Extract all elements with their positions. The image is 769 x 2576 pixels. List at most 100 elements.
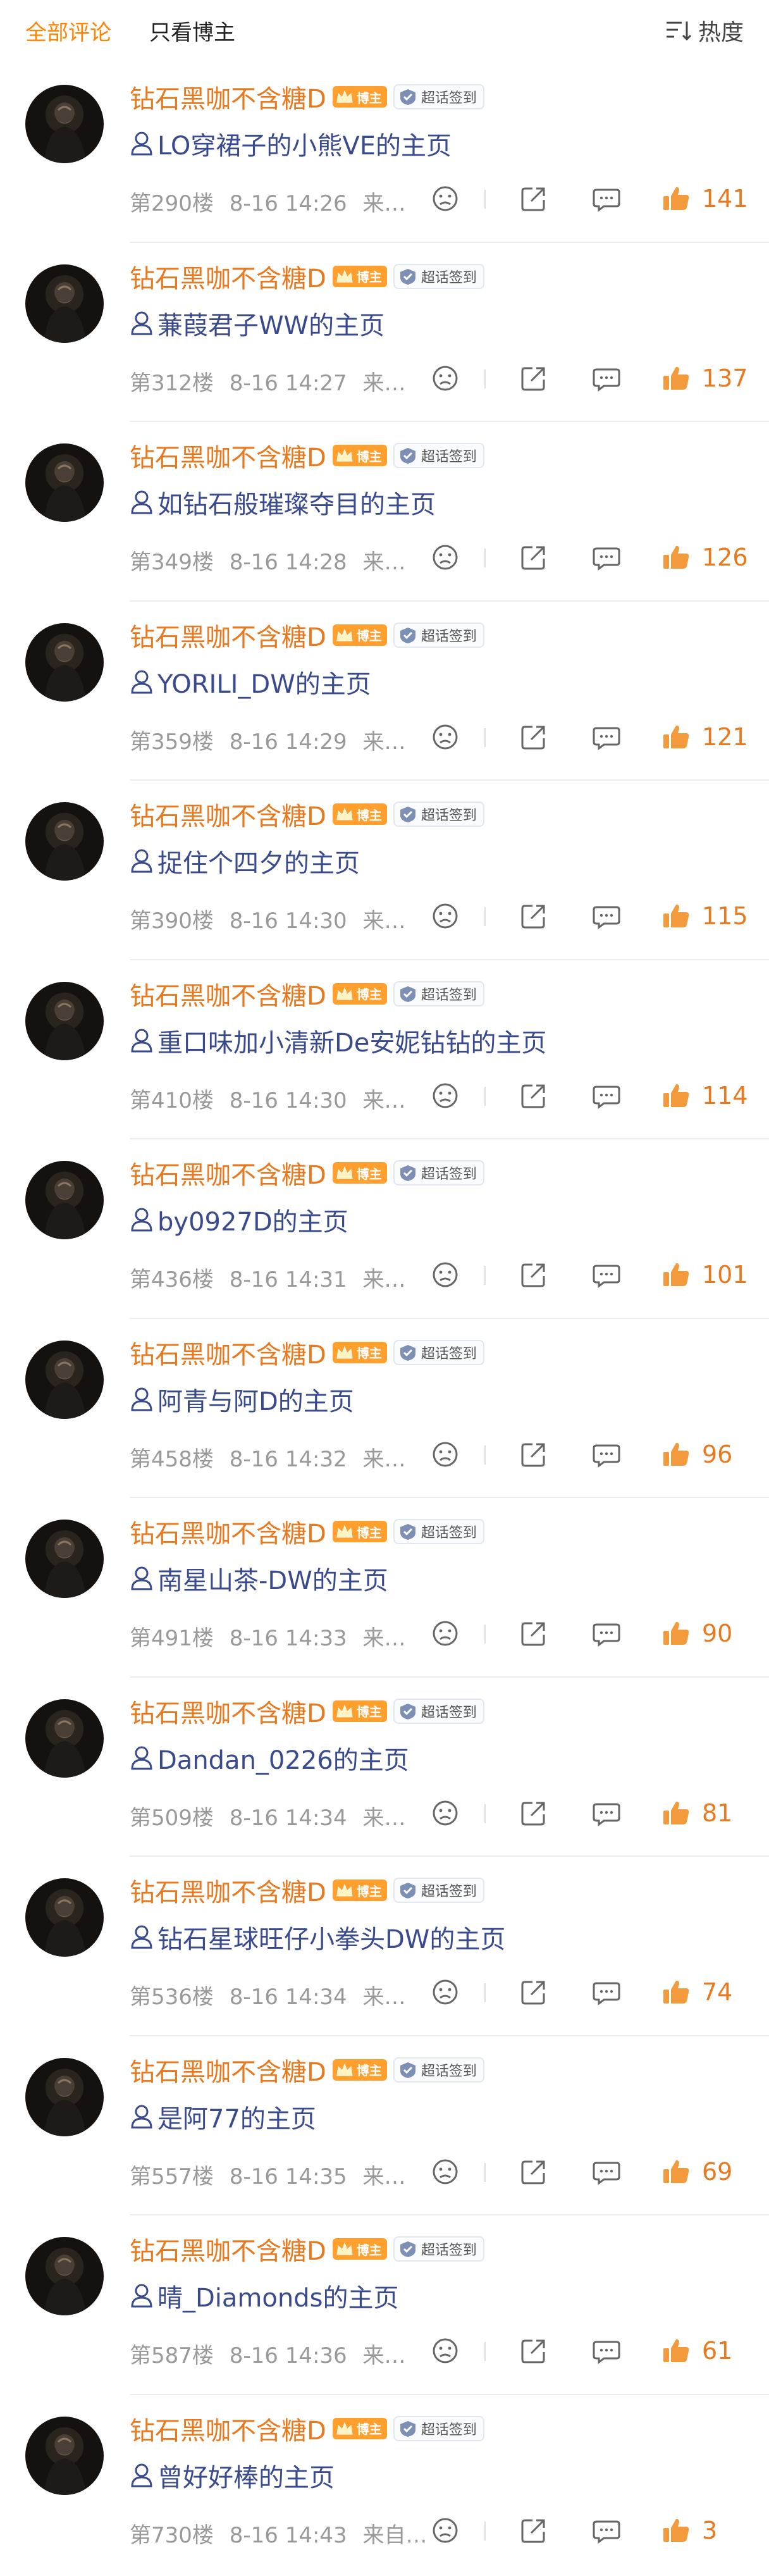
- emoji-reaction-button[interactable]: [430, 1260, 460, 1290]
- avatar[interactable]: [25, 1340, 104, 1419]
- reply-button[interactable]: [591, 542, 622, 573]
- checkin-badge[interactable]: 超话签到: [393, 1339, 484, 1365]
- share-button[interactable]: [519, 2157, 549, 2187]
- profile-link[interactable]: Dandan_0226的主页: [130, 1740, 409, 1776]
- emoji-reaction-button[interactable]: [430, 722, 460, 752]
- username[interactable]: 钻石黑咖不含糖D: [130, 78, 326, 115]
- tab-all-comments[interactable]: 全部评论: [25, 15, 111, 46]
- like-button[interactable]: [661, 542, 691, 573]
- avatar[interactable]: [25, 2057, 104, 2136]
- tab-host-only[interactable]: 只看博主: [149, 15, 235, 46]
- profile-link[interactable]: 蒹葭君子WW的主页: [130, 305, 384, 342]
- checkin-badge[interactable]: 超话签到: [393, 2057, 484, 2083]
- emoji-reaction-button[interactable]: [430, 901, 460, 931]
- profile-link[interactable]: 南星山茶-DW的主页: [130, 1560, 388, 1597]
- username[interactable]: 钻石黑咖不含糖D: [130, 1334, 326, 1371]
- checkin-badge[interactable]: 超话签到: [393, 443, 484, 468]
- avatar[interactable]: [25, 1161, 104, 1239]
- emoji-reaction-button[interactable]: [430, 1081, 460, 1111]
- share-button[interactable]: [519, 722, 549, 752]
- username[interactable]: 钻石黑咖不含糖D: [130, 2410, 326, 2447]
- avatar[interactable]: [25, 1699, 104, 1778]
- share-button[interactable]: [519, 1439, 549, 1470]
- username[interactable]: 钻石黑咖不含糖D: [130, 975, 326, 1012]
- like-button[interactable]: [661, 2157, 691, 2187]
- checkin-badge[interactable]: 超话签到: [393, 622, 484, 648]
- emoji-reaction-button[interactable]: [430, 1618, 460, 1649]
- checkin-badge[interactable]: 超话签到: [393, 2236, 484, 2262]
- reply-button[interactable]: [591, 901, 622, 931]
- like-button[interactable]: [661, 2515, 691, 2546]
- checkin-badge[interactable]: 超话签到: [393, 263, 484, 289]
- avatar[interactable]: [25, 981, 104, 1060]
- reply-button[interactable]: [591, 1798, 622, 1828]
- emoji-reaction-button[interactable]: [430, 2157, 460, 2187]
- emoji-reaction-button[interactable]: [430, 1798, 460, 1828]
- profile-link[interactable]: 捉住个四夕的主页: [130, 843, 360, 879]
- emoji-reaction-button[interactable]: [430, 1439, 460, 1470]
- username[interactable]: 钻石黑咖不含糖D: [130, 2231, 326, 2267]
- share-button[interactable]: [519, 2515, 549, 2546]
- checkin-badge[interactable]: 超话签到: [393, 1878, 484, 1903]
- share-button[interactable]: [519, 901, 549, 931]
- username[interactable]: 钻石黑咖不含糖D: [130, 1155, 326, 1191]
- checkin-badge[interactable]: 超话签到: [393, 2415, 484, 2441]
- checkin-badge[interactable]: 超话签到: [393, 1160, 484, 1186]
- reply-button[interactable]: [591, 1081, 622, 1111]
- share-button[interactable]: [519, 1977, 549, 2007]
- like-button[interactable]: [661, 1081, 691, 1111]
- reply-button[interactable]: [591, 1618, 622, 1649]
- reply-button[interactable]: [591, 722, 622, 752]
- emoji-reaction-button[interactable]: [430, 1977, 460, 2007]
- emoji-reaction-button[interactable]: [430, 183, 460, 214]
- avatar[interactable]: [25, 85, 104, 163]
- reply-button[interactable]: [591, 1977, 622, 2007]
- emoji-reaction-button[interactable]: [430, 2336, 460, 2366]
- reply-button[interactable]: [591, 1439, 622, 1470]
- reply-button[interactable]: [591, 363, 622, 393]
- reply-button[interactable]: [591, 1260, 622, 1290]
- profile-link[interactable]: 阿青与阿D的主页: [130, 1381, 354, 1418]
- like-button[interactable]: [661, 1798, 691, 1828]
- username[interactable]: 钻石黑咖不含糖D: [130, 2052, 326, 2088]
- username[interactable]: 钻石黑咖不含糖D: [130, 1693, 326, 1730]
- like-button[interactable]: [661, 1618, 691, 1649]
- avatar[interactable]: [25, 622, 104, 702]
- share-button[interactable]: [519, 1081, 549, 1111]
- avatar[interactable]: [25, 443, 104, 522]
- profile-link[interactable]: LO穿裙子的小熊VE的主页: [130, 125, 452, 162]
- like-button[interactable]: [661, 183, 691, 214]
- share-button[interactable]: [519, 183, 549, 214]
- profile-link[interactable]: 是阿77的主页: [130, 2098, 316, 2135]
- like-button[interactable]: [661, 901, 691, 931]
- emoji-reaction-button[interactable]: [430, 542, 460, 573]
- avatar[interactable]: [25, 802, 104, 881]
- username[interactable]: 钻石黑咖不含糖D: [130, 1872, 326, 1909]
- share-button[interactable]: [519, 1260, 549, 1290]
- profile-link[interactable]: YORILI_DW的主页: [130, 664, 371, 700]
- emoji-reaction-button[interactable]: [430, 2515, 460, 2546]
- like-button[interactable]: [661, 1260, 691, 1290]
- username[interactable]: 钻石黑咖不含糖D: [130, 796, 326, 833]
- like-button[interactable]: [661, 1977, 691, 2007]
- share-button[interactable]: [519, 363, 549, 393]
- username[interactable]: 钻石黑咖不含糖D: [130, 617, 326, 653]
- avatar[interactable]: [25, 1520, 104, 1598]
- username[interactable]: 钻石黑咖不含糖D: [130, 437, 326, 474]
- profile-link[interactable]: 钻石星球旺仔小拳头DW的主页: [130, 1919, 505, 1955]
- reply-button[interactable]: [591, 2336, 622, 2366]
- username[interactable]: 钻石黑咖不含糖D: [130, 1513, 326, 1550]
- reply-button[interactable]: [591, 2157, 622, 2187]
- emoji-reaction-button[interactable]: [430, 363, 460, 393]
- profile-link[interactable]: 曾好好棒的主页: [130, 2457, 335, 2494]
- checkin-badge[interactable]: 超话签到: [393, 84, 484, 109]
- reply-button[interactable]: [591, 2515, 622, 2546]
- username[interactable]: 钻石黑咖不含糖D: [130, 258, 326, 295]
- checkin-badge[interactable]: 超话签到: [393, 802, 484, 827]
- profile-link[interactable]: 重口味加小清新De安妮钻钻的主页: [130, 1022, 546, 1059]
- checkin-badge[interactable]: 超话签到: [393, 1519, 484, 1544]
- profile-link[interactable]: by0927D的主页: [130, 1201, 348, 1238]
- like-button[interactable]: [661, 1439, 691, 1470]
- profile-link[interactable]: 晴_Diamonds的主页: [130, 2277, 398, 2314]
- share-button[interactable]: [519, 542, 549, 573]
